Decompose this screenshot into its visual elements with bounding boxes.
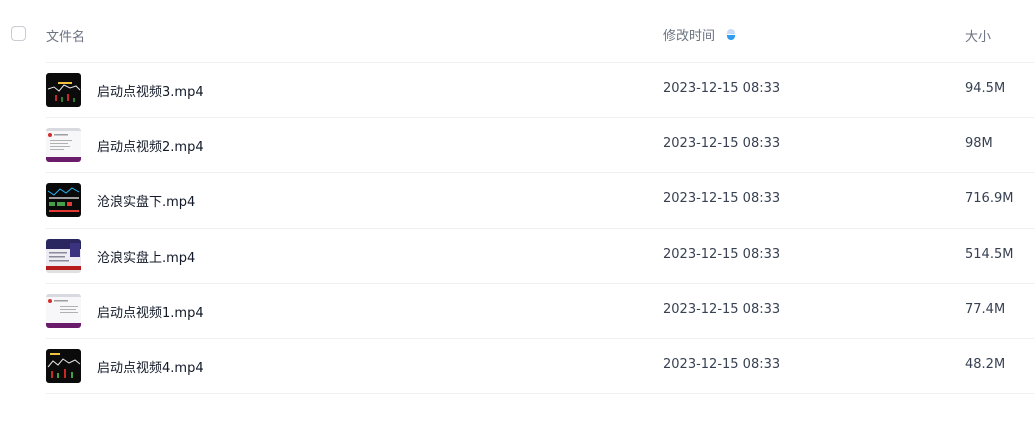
video-thumbnail-icon xyxy=(46,294,81,328)
video-thumbnail-icon xyxy=(46,239,81,273)
file-row[interactable]: 沧浪实盘下.mp4 2023-12-15 08:33 716.9M xyxy=(46,172,1034,228)
video-thumbnail-icon xyxy=(46,128,81,162)
video-thumbnail-icon xyxy=(46,349,81,383)
file-name[interactable]: 沧浪实盘下.mp4 xyxy=(97,191,195,210)
file-name[interactable]: 启动点视频1.mp4 xyxy=(97,302,204,321)
video-thumbnail-icon xyxy=(46,183,81,217)
list-bottom-divider xyxy=(46,393,1034,394)
file-row[interactable]: 启动点视频1.mp4 2023-12-15 08:33 77.4M xyxy=(46,283,1034,339)
file-row[interactable]: 启动点视频2.mp4 2023-12-15 08:33 98M xyxy=(46,117,1034,173)
file-name[interactable]: 启动点视频4.mp4 xyxy=(97,357,204,376)
file-size: 514.5M xyxy=(965,247,1014,262)
video-thumbnail-icon xyxy=(46,73,81,107)
file-list-header: 文件名 修改时间 大小 xyxy=(0,0,1034,62)
file-modified-time: 2023-12-15 08:33 xyxy=(663,191,781,206)
file-modified-time: 2023-12-15 08:33 xyxy=(663,357,781,372)
file-modified-time: 2023-12-15 08:33 xyxy=(663,302,781,317)
file-size: 716.9M xyxy=(965,191,1014,206)
column-header-name[interactable]: 文件名 xyxy=(46,26,85,45)
file-size: 77.4M xyxy=(965,302,1006,317)
sort-icon[interactable] xyxy=(727,28,736,41)
column-header-time[interactable]: 修改时间 xyxy=(663,25,736,44)
file-row[interactable]: 沧浪实盘上.mp4 2023-12-15 08:33 514.5M xyxy=(46,228,1034,284)
column-header-time-label: 修改时间 xyxy=(663,29,716,44)
file-size: 98M xyxy=(965,136,993,151)
column-header-size[interactable]: 大小 xyxy=(965,26,991,45)
file-name[interactable]: 沧浪实盘上.mp4 xyxy=(97,247,195,266)
file-modified-time: 2023-12-15 08:33 xyxy=(663,136,781,151)
file-name[interactable]: 启动点视频3.mp4 xyxy=(97,81,204,100)
file-name[interactable]: 启动点视频2.mp4 xyxy=(97,136,204,155)
select-all-checkbox[interactable] xyxy=(11,26,26,41)
file-size: 94.5M xyxy=(965,81,1006,96)
file-modified-time: 2023-12-15 08:33 xyxy=(663,81,781,96)
file-size: 48.2M xyxy=(965,357,1006,372)
file-row[interactable]: 启动点视频3.mp4 2023-12-15 08:33 94.5M xyxy=(46,62,1034,118)
file-modified-time: 2023-12-15 08:33 xyxy=(663,247,781,262)
file-row[interactable]: 启动点视频4.mp4 2023-12-15 08:33 48.2M xyxy=(46,338,1034,394)
